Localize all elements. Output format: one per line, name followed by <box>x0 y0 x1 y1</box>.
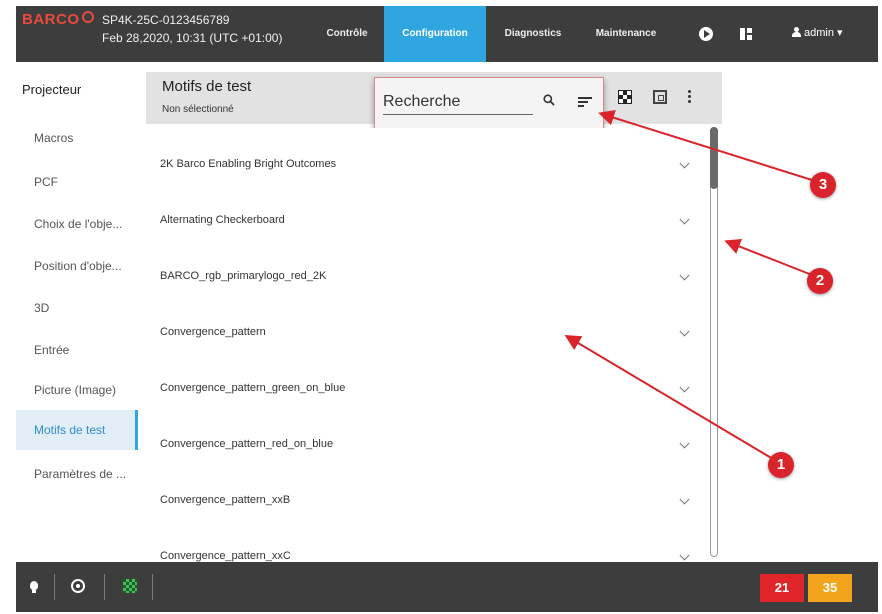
callout-3: 3 <box>810 172 836 198</box>
arrow-2 <box>724 238 813 276</box>
callout-2: 2 <box>807 268 833 294</box>
annotation-arrows <box>564 109 813 463</box>
arrow-1 <box>564 334 779 463</box>
callout-1: 1 <box>768 452 794 478</box>
arrow-3 <box>598 109 813 181</box>
